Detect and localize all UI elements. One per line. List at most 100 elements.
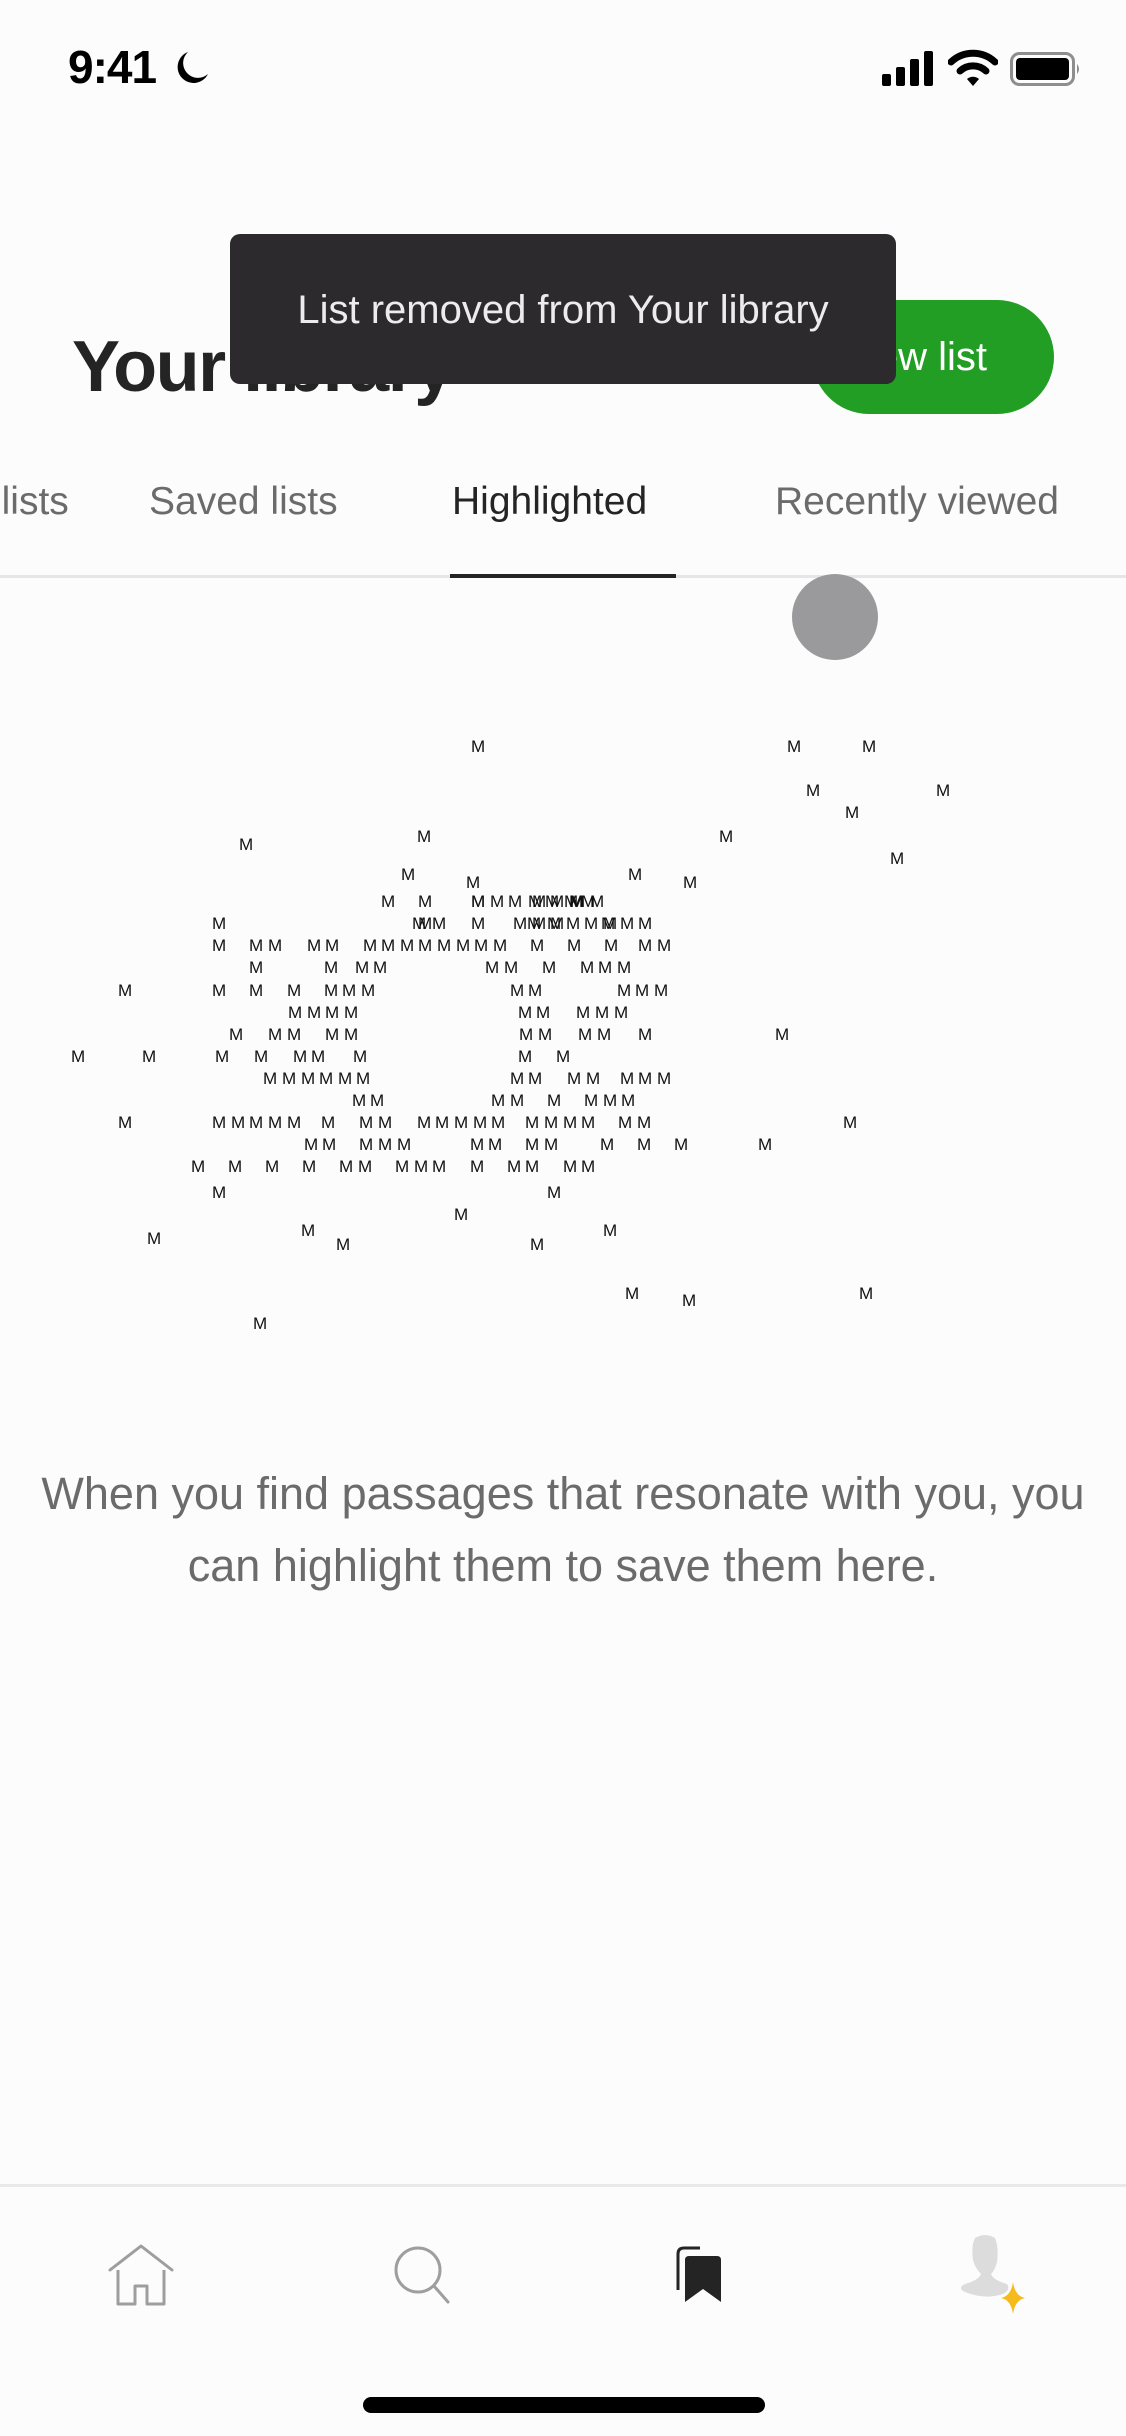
illustration-glyph: M <box>212 1183 227 1202</box>
illustration-glyph: M <box>417 827 432 846</box>
illustration-glyph: M <box>618 1113 633 1132</box>
illustration-glyph: M <box>638 936 653 955</box>
illustration-glyph: M <box>638 1069 653 1088</box>
illustration-glyph: M <box>466 873 481 892</box>
illustration-glyph: M <box>344 1025 359 1044</box>
illustration-glyph: M <box>507 1157 522 1176</box>
illustration-glyph: M <box>355 958 370 977</box>
illustration-glyph: M <box>249 1113 264 1132</box>
illustration-glyph: M <box>432 1157 447 1176</box>
illustration-glyph: M <box>567 1069 582 1088</box>
illustration-glyph: M <box>542 958 557 977</box>
illustration-glyph: M <box>488 1135 503 1154</box>
illustration-glyph: M <box>268 936 283 955</box>
illustration-glyph: M <box>580 958 595 977</box>
illustration-glyph: M <box>400 936 415 955</box>
cellular-signal-icon <box>882 51 933 86</box>
illustration-glyph: M <box>563 1157 578 1176</box>
illustration-glyph: M <box>654 981 669 1000</box>
illustration-glyph: M <box>600 1135 615 1154</box>
illustration-glyph: M <box>307 936 322 955</box>
nav-library[interactable] <box>645 2220 755 2330</box>
illustration-glyph: M <box>118 981 133 1000</box>
illustration-glyph: M <box>471 737 486 756</box>
illustration-glyph: M <box>147 1229 162 1248</box>
illustration-glyph: M <box>301 1069 316 1088</box>
illustration-glyph: M <box>657 936 672 955</box>
illustration-glyph: M <box>859 1284 874 1303</box>
illustration-glyph: M <box>418 892 433 911</box>
illustration-glyph: M <box>397 1135 412 1154</box>
illustration-glyph: M <box>525 1135 540 1154</box>
illustration-glyph: M <box>519 1025 534 1044</box>
illustration-glyph: M <box>504 958 519 977</box>
illustration-glyph: M <box>525 1113 540 1132</box>
illustration-glyph: M <box>381 892 396 911</box>
illustration-glyph: M <box>339 1157 354 1176</box>
illustration-glyph: M <box>418 914 433 933</box>
illustration-glyph: M <box>473 1113 488 1132</box>
illustration-glyph: M <box>254 1047 269 1066</box>
illustration-glyph: M <box>578 1025 593 1044</box>
illustration-glyph: M <box>547 1183 562 1202</box>
illustration-glyph: M <box>358 1157 373 1176</box>
illustration-glyph: M <box>508 892 523 911</box>
illustration-glyph: M <box>287 1025 302 1044</box>
illustration-glyph: M <box>528 892 543 911</box>
illustration-glyph: M <box>530 1235 545 1254</box>
tab-your-lists[interactable]: Your lists <box>0 480 69 524</box>
illustration-glyph: M <box>359 1135 374 1154</box>
touch-indicator <box>792 574 878 660</box>
profile-avatar-icon <box>961 2235 1025 2314</box>
illustration-glyph: M <box>302 1157 317 1176</box>
illustration-glyph: M <box>556 1047 571 1066</box>
illustration-glyph: M <box>191 1157 206 1176</box>
illustration-glyph: M <box>528 981 543 1000</box>
illustration-glyph: M <box>536 1003 551 1022</box>
illustration-glyph: M <box>493 936 508 955</box>
illustration-glyph: M <box>287 1113 302 1132</box>
illustration-glyph: M <box>563 1113 578 1132</box>
illustration-glyph: M <box>491 1091 506 1110</box>
illustration-glyph: M <box>638 1025 653 1044</box>
tab-highlighted[interactable]: Highlighted <box>452 480 647 524</box>
nav-search[interactable] <box>368 2220 478 2330</box>
illustration-glyph: M <box>890 849 905 868</box>
illustration-glyph: M <box>361 981 376 1000</box>
illustration-glyph: M <box>229 1025 244 1044</box>
illustration-glyph: M <box>142 1047 157 1066</box>
illustration-glyph: M <box>490 892 505 911</box>
illustration-glyph: M <box>683 873 698 892</box>
illustration-glyph: M <box>325 1025 340 1044</box>
illustration-glyph: M <box>418 936 433 955</box>
illustration-glyph: M <box>249 958 264 977</box>
illustration-glyph: M <box>231 1113 246 1132</box>
illustration-glyph: M <box>268 1113 283 1132</box>
tab-recently-viewed[interactable]: Recently viewed <box>775 480 1059 524</box>
illustration-glyph: M <box>614 1003 629 1022</box>
illustration-glyph: M <box>401 865 416 884</box>
illustration-glyph: M <box>657 1069 672 1088</box>
illustration-glyph: M <box>625 1284 640 1303</box>
illustration-glyph: M <box>530 936 545 955</box>
toast-notification: List removed from Your library <box>230 234 896 384</box>
home-icon <box>108 2244 174 2306</box>
illustration-glyph: M <box>71 1047 86 1066</box>
illustration-glyph: M <box>359 1113 374 1132</box>
illustration-glyph: M <box>470 1157 485 1176</box>
illustration-glyph: M <box>212 1113 227 1132</box>
nav-home[interactable] <box>86 2220 196 2330</box>
illustration-glyph: M <box>547 1091 562 1110</box>
illustration-glyph: M <box>352 1091 367 1110</box>
moon-icon <box>177 52 208 83</box>
illustration-glyph: M <box>590 892 605 911</box>
illustration-glyph: M <box>212 981 227 1000</box>
nav-profile[interactable] <box>935 2220 1045 2330</box>
toast-message: List removed from Your library <box>297 288 829 332</box>
illustration-glyph: M <box>263 1069 278 1088</box>
illustration-glyph: M <box>301 1221 316 1240</box>
tab-saved-lists[interactable]: Saved lists <box>149 480 338 524</box>
illustration-glyph: M <box>311 1047 326 1066</box>
illustration-glyph: M <box>432 914 447 933</box>
status-bar: 9:41 <box>0 0 1126 140</box>
